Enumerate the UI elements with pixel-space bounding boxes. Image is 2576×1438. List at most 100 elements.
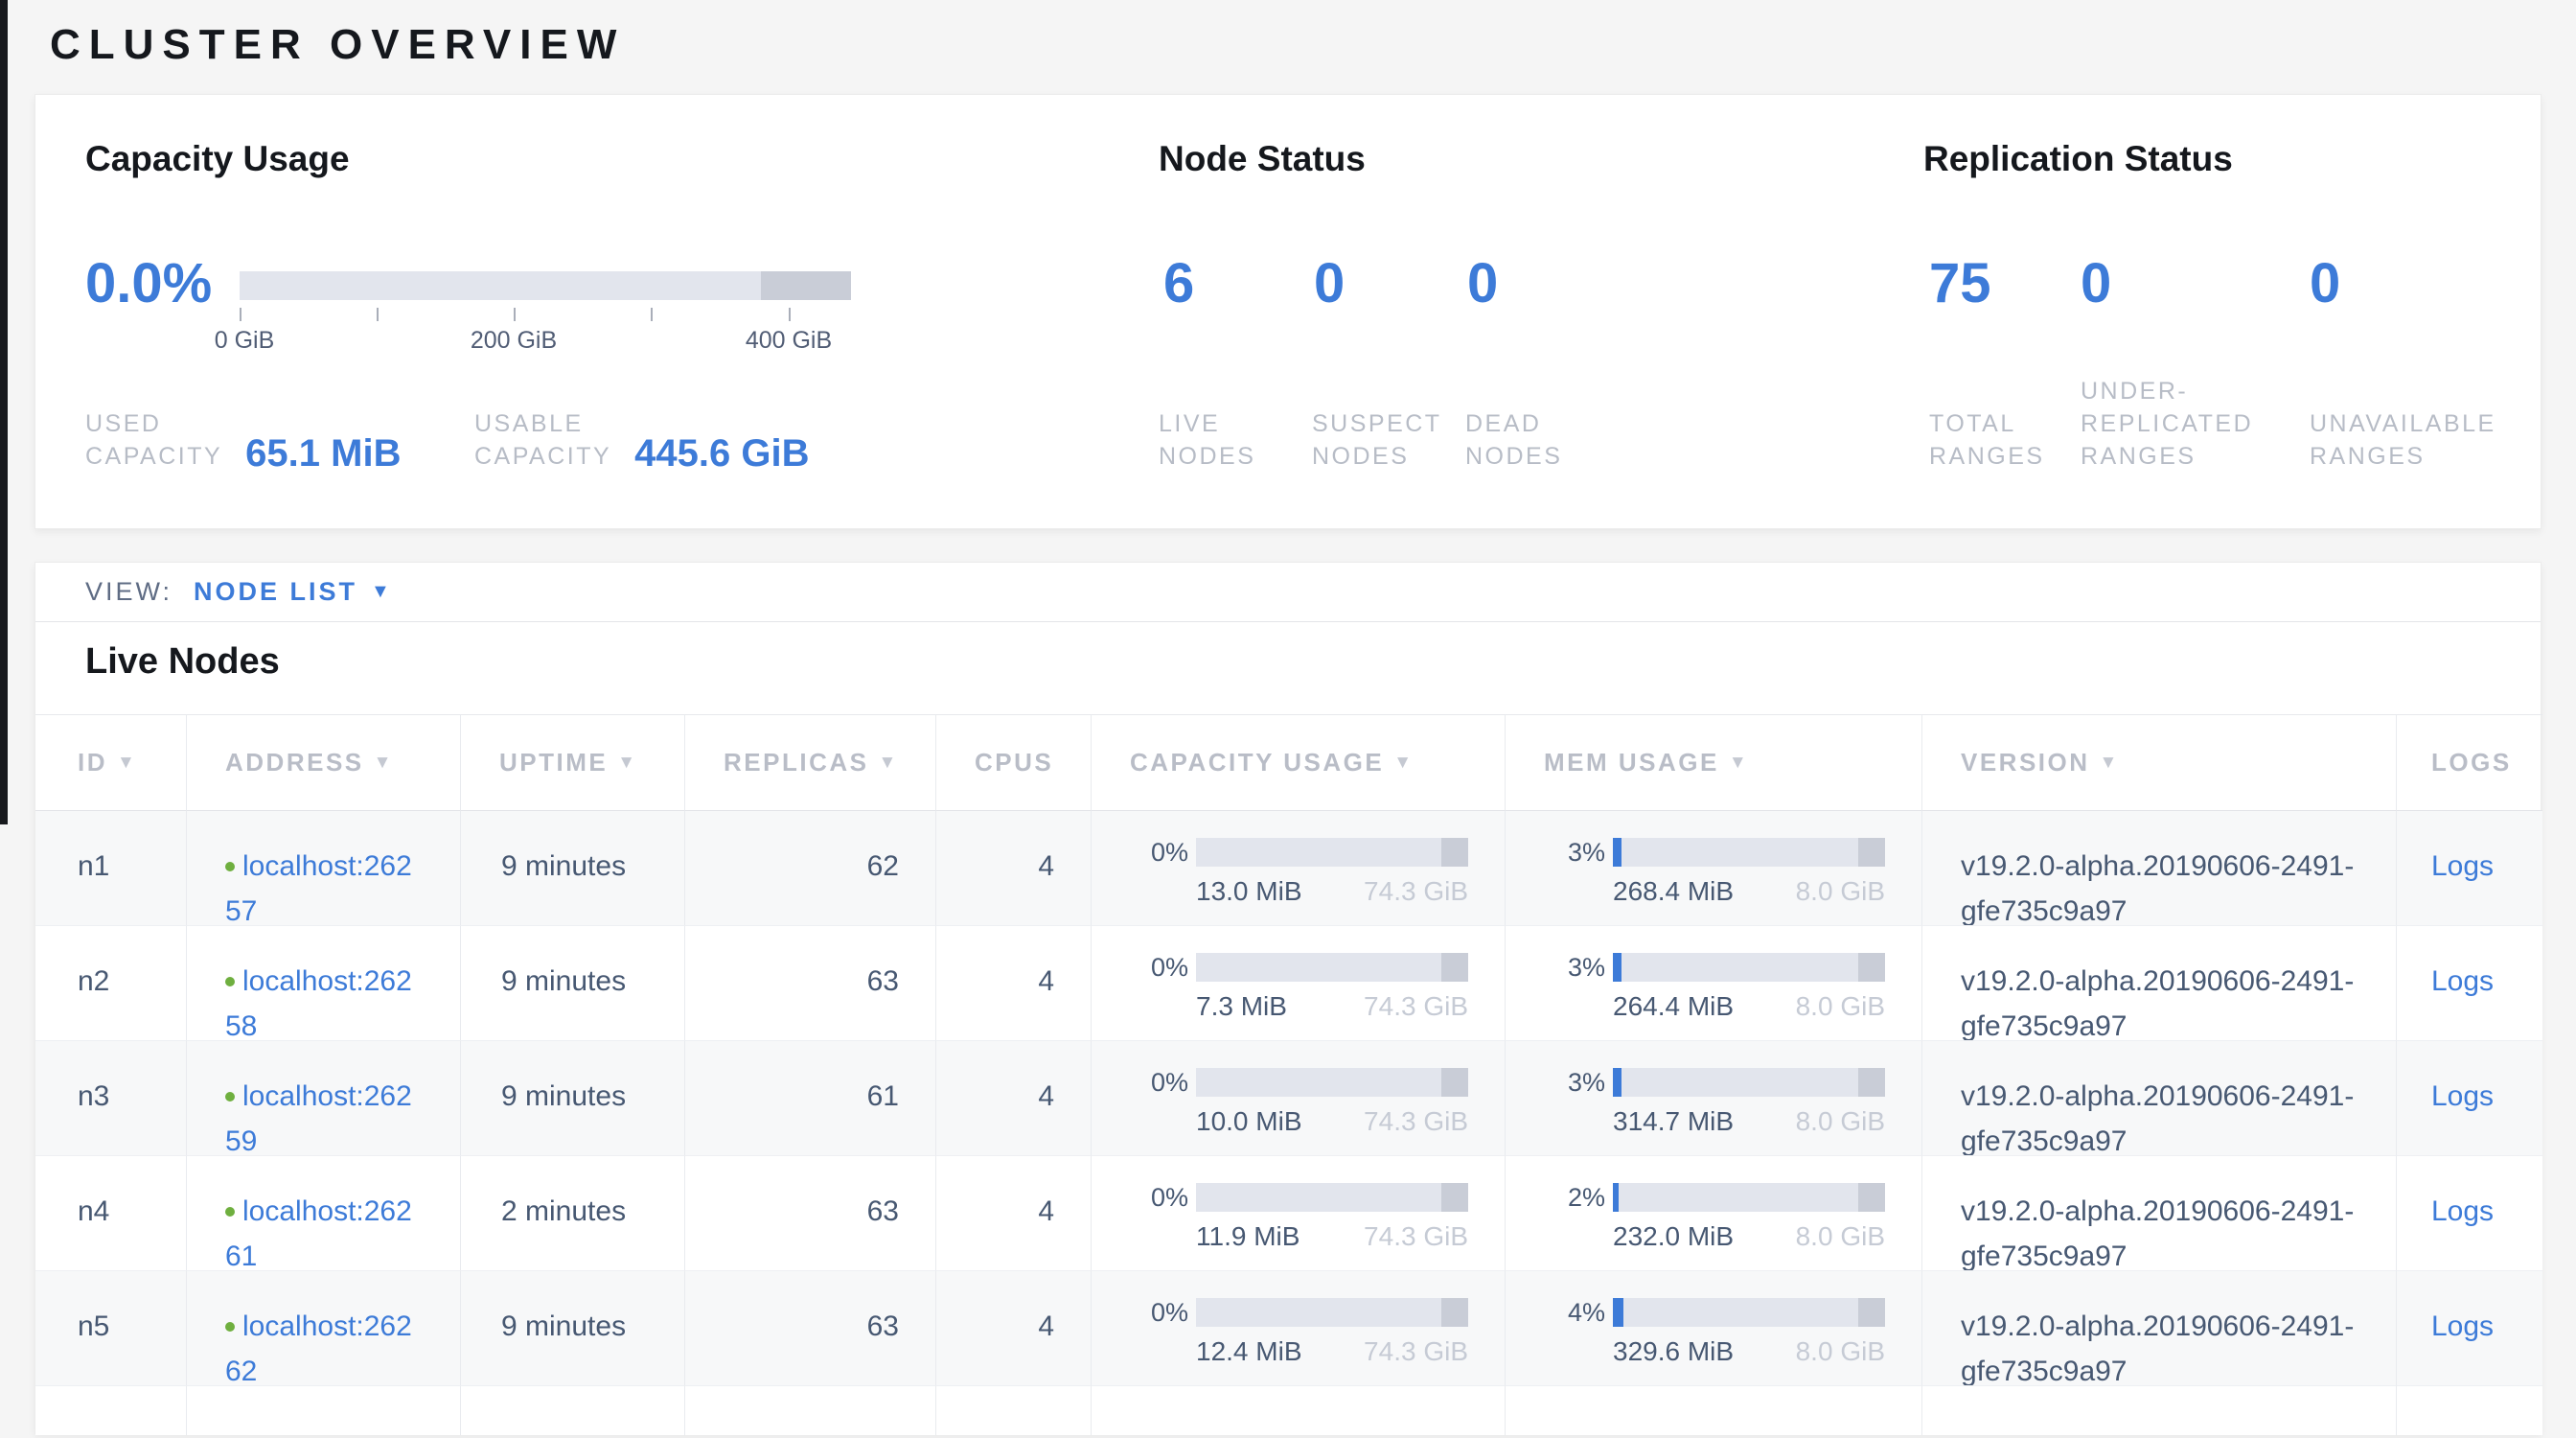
node-capacity-cell: 0% 10.0 MiB 74.3 GiB — [1092, 1041, 1506, 1156]
capacity-bar — [1196, 1298, 1468, 1327]
table-row: n3 localhost:26259 9 minutes 61 4 0% 10.… — [35, 1041, 2542, 1156]
mem-used-value: 314.7 MiB — [1613, 1106, 1734, 1137]
header-version[interactable]: VERSION▼ — [1922, 714, 2397, 811]
node-uptime-cell: 9 minutes — [461, 811, 685, 926]
table-row: n5 localhost:26262 9 minutes 63 4 0% 12.… — [35, 1271, 2542, 1386]
mem-total-value: 8.0 GiB — [1796, 1106, 1885, 1137]
node-live-dot-icon — [225, 1207, 235, 1217]
node-uptime-cell: 9 minutes — [461, 1271, 685, 1386]
table-row: n1 localhost:26257 9 minutes 62 4 0% 13.… — [35, 811, 2542, 926]
axis-tick — [240, 308, 242, 321]
node-cpus-cell: 4 — [936, 811, 1092, 926]
header-replicas[interactable]: REPLICAS▼ — [685, 714, 936, 811]
node-address-cell: localhost:26257 — [187, 811, 461, 926]
node-capacity-cell: 0% 13.0 MiB 74.3 GiB — [1092, 811, 1506, 926]
node-address-link[interactable]: localhost:26258 — [225, 965, 412, 1041]
view-select-dropdown[interactable]: NODE LIST ▼ — [194, 577, 393, 607]
node-id-cell: n4 — [35, 1156, 187, 1271]
node-version-text: v19.2.0-alpha.20190606-2491-gfe735c9a97 — [1961, 1304, 2363, 1386]
capacity-usage-bar — [240, 271, 851, 300]
mem-bar — [1613, 1298, 1885, 1327]
under-replicated-count: 0 — [2081, 256, 2111, 312]
capacity-usage-bar-reserved — [761, 271, 851, 300]
under-replicated-label: UNDER- REPLICATED RANGES — [2081, 375, 2253, 473]
capacity-used-value: 11.9 MiB — [1196, 1221, 1300, 1252]
node-version-cell: v19.2.0-alpha.20190606-2491-gfe735c9a97 — [1922, 811, 2397, 926]
sort-arrow-icon: ▼ — [2100, 753, 2120, 774]
suspect-nodes-label: SUSPECT NODES — [1312, 407, 1442, 473]
table-body: n1 localhost:26257 9 minutes 62 4 0% 13.… — [35, 811, 2542, 1386]
mem-bar — [1613, 1183, 1885, 1212]
node-mem-cell: 3% 268.4 MiB 8.0 GiB — [1506, 811, 1922, 926]
capacity-usage-percent: 0.0% — [85, 256, 212, 312]
node-address-link[interactable]: localhost:26257 — [225, 850, 412, 926]
mem-percent: 3% — [1568, 1068, 1605, 1097]
node-cpus-cell: 4 — [936, 1271, 1092, 1386]
view-label: VIEW: — [85, 577, 172, 607]
axis-tick-label: 0 GiB — [215, 327, 275, 355]
node-version-text: v19.2.0-alpha.20190606-2491-gfe735c9a97 — [1961, 959, 2363, 1041]
node-live-dot-icon — [225, 1092, 235, 1102]
used-capacity-stat: USED CAPACITY 65.1 MiB — [85, 407, 401, 473]
capacity-bar — [1196, 838, 1468, 867]
node-logs-cell: Logs — [2397, 811, 2542, 926]
header-mem-usage[interactable]: MEM USAGE▼ — [1506, 714, 1922, 811]
view-selected-value[interactable]: NODE LIST — [194, 577, 357, 607]
capacity-bar-reserved — [1441, 1068, 1468, 1097]
header-capacity-usage[interactable]: CAPACITY USAGE▼ — [1092, 714, 1506, 811]
node-replicas-cell: 61 — [685, 1041, 936, 1156]
node-replicas-cell: 62 — [685, 811, 936, 926]
node-address-link[interactable]: localhost:26262 — [225, 1310, 412, 1386]
node-capacity-cell: 0% 12.4 MiB 74.3 GiB — [1092, 1271, 1506, 1386]
axis-tick-label: 400 GiB — [746, 327, 832, 355]
node-version-cell: v19.2.0-alpha.20190606-2491-gfe735c9a97 — [1922, 1271, 2397, 1386]
table-header-row: ID▼ ADDRESS▼ UPTIME▼ REPLICAS▼ CPUS CAPA… — [35, 714, 2542, 811]
mem-total-value: 8.0 GiB — [1796, 1336, 1885, 1367]
capacity-bar-reserved — [1441, 838, 1468, 867]
node-logs-cell: Logs — [2397, 1271, 2542, 1386]
node-uptime-cell: 9 minutes — [461, 926, 685, 1041]
mem-bar — [1613, 838, 1885, 867]
sort-arrow-icon: ▼ — [1393, 753, 1414, 774]
logs-link[interactable]: Logs — [2431, 1310, 2494, 1342]
node-version-cell: v19.2.0-alpha.20190606-2491-gfe735c9a97 — [1922, 1041, 2397, 1156]
node-address-link[interactable]: localhost:26259 — [225, 1080, 412, 1156]
header-address[interactable]: ADDRESS▼ — [187, 714, 461, 811]
capacity-percent: 0% — [1151, 1183, 1188, 1212]
node-id-cell: n2 — [35, 926, 187, 1041]
mem-bar-used — [1613, 953, 1622, 982]
node-version-text: v19.2.0-alpha.20190606-2491-gfe735c9a97 — [1961, 1189, 2363, 1271]
capacity-used-value: 13.0 MiB — [1196, 876, 1302, 907]
node-address-link[interactable]: localhost:26261 — [225, 1195, 412, 1271]
usable-capacity-stat: USABLE CAPACITY 445.6 GiB — [474, 407, 810, 473]
summary-card: Capacity Usage 0.0% 0 GiB 200 GiB 400 Gi… — [34, 94, 2542, 529]
logs-link[interactable]: Logs — [2431, 1195, 2494, 1227]
node-cpus-cell: 4 — [936, 1156, 1092, 1271]
logs-link[interactable]: Logs — [2431, 1080, 2494, 1112]
table-row: n4 localhost:26261 2 minutes 63 4 0% 11.… — [35, 1156, 2542, 1271]
node-logs-cell: Logs — [2397, 1041, 2542, 1156]
capacity-bar — [1196, 953, 1468, 982]
logs-link[interactable]: Logs — [2431, 965, 2494, 997]
header-uptime[interactable]: UPTIME▼ — [461, 714, 685, 811]
header-id[interactable]: ID▼ — [35, 714, 187, 811]
usable-capacity-label: USABLE CAPACITY — [474, 407, 611, 473]
capacity-total-value: 74.3 GiB — [1364, 1336, 1468, 1367]
live-nodes-label: LIVE NODES — [1159, 407, 1255, 473]
capacity-total-value: 74.3 GiB — [1364, 991, 1468, 1022]
live-nodes-count: 6 — [1163, 256, 1194, 312]
capacity-used-value: 10.0 MiB — [1196, 1106, 1302, 1137]
mem-bar-reserved — [1858, 1068, 1885, 1097]
capacity-used-value: 7.3 MiB — [1196, 991, 1287, 1022]
capacity-bar-reserved — [1441, 953, 1468, 982]
nodes-card: VIEW: NODE LIST ▼ Live Nodes ID▼ ADDRESS… — [34, 562, 2542, 1434]
node-capacity-cell: 0% 7.3 MiB 74.3 GiB — [1092, 926, 1506, 1041]
capacity-used-value: 12.4 MiB — [1196, 1336, 1302, 1367]
logs-link[interactable]: Logs — [2431, 850, 2494, 882]
chevron-down-icon: ▼ — [371, 581, 393, 603]
mem-bar-used — [1613, 1068, 1622, 1097]
node-cpus-cell: 4 — [936, 926, 1092, 1041]
live-nodes-table: ID▼ ADDRESS▼ UPTIME▼ REPLICAS▼ CPUS CAPA… — [35, 714, 2542, 1435]
node-logs-cell: Logs — [2397, 1156, 2542, 1271]
node-live-dot-icon — [225, 1322, 235, 1332]
